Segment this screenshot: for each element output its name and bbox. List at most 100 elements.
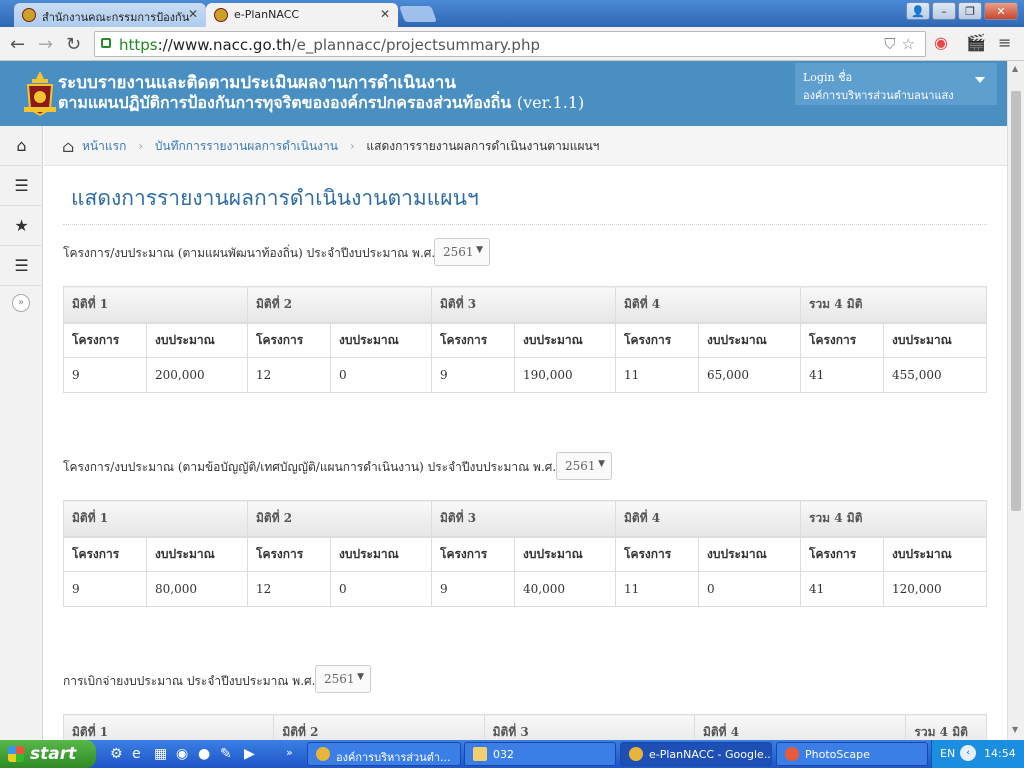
col-header: งบประมาณ (330, 321, 432, 358)
table-cell: 40,000 (514, 571, 616, 607)
clapper-extension-icon[interactable]: 🎬 (966, 33, 986, 52)
dim-header: มิติที่ 3 (431, 500, 616, 537)
firefox-icon[interactable]: ● (198, 746, 210, 762)
breadcrumb-report-link[interactable]: บันทึกการรายงานผลการดำเนินงาน (155, 139, 338, 153)
minimize-button[interactable]: – (932, 2, 956, 20)
year-select[interactable]: 2561 ▼ (315, 665, 371, 693)
chrome-icon (316, 747, 330, 761)
reload-icon[interactable]: ↻ (66, 34, 81, 55)
col-header: โครงการ (63, 321, 147, 358)
col-header: โครงการ (247, 321, 331, 358)
col-header: โครงการ (615, 535, 699, 572)
dim-header: มิติที่ 3 (483, 714, 695, 740)
col-header: งบประมาณ (883, 321, 987, 358)
col-header: โครงการ (431, 535, 515, 572)
close-tab-icon[interactable]: ✕ (380, 7, 390, 21)
tray-arrow-icon[interactable]: ‹ (960, 745, 976, 761)
col-header: โครงการ (800, 535, 884, 572)
dim-header: มิติที่ 1 (63, 500, 248, 537)
dim-header: มิติที่ 2 (273, 714, 485, 740)
back-icon[interactable]: ← (10, 34, 25, 55)
dim-header: มิติที่ 3 (431, 286, 616, 323)
table-cell: 120,000 (883, 571, 987, 607)
sidebar-item-favorites[interactable]: ★ (0, 206, 43, 246)
col-header: งบประมาณ (883, 535, 987, 572)
year-select[interactable]: 2561 ▼ (556, 452, 612, 480)
table-cell: 0 (330, 357, 432, 393)
table-row: 9 80,000 12 0 9 40,000 11 0 41 120,000 (63, 571, 987, 607)
windows-taskbar: start ⚙ e ▦ ◉ ● ✎ ▶ » องค์การบริหารส่วนต… (0, 740, 1024, 768)
app-icon[interactable]: ✎ (220, 746, 232, 762)
tab-nacc-office[interactable]: สำนักงานคณะกรรมการป้องกัน ✕ (14, 3, 206, 27)
col-header: งบประมาณ (146, 535, 248, 572)
address-bar[interactable]: https://www.nacc.go.th/e_plannacc/projec… (94, 31, 926, 57)
dim-header: มิติที่ 4 (693, 714, 907, 740)
start-button[interactable]: start (0, 740, 96, 768)
dropdown-arrow-icon: ▼ (476, 245, 483, 255)
dim-header: มิติที่ 1 (62, 714, 275, 740)
breadcrumb-separator: › (138, 139, 143, 153)
player-icon[interactable]: ▶ (244, 746, 255, 762)
bookmark-star-icon[interactable]: ⛉☆ (884, 35, 921, 53)
scroll-down-icon[interactable]: ▼ (1012, 725, 1018, 734)
extension-icon[interactable]: ◉ (934, 33, 948, 52)
scroll-up-icon[interactable]: ▲ (1012, 64, 1018, 73)
tab-label: e-PlanNACC (234, 8, 300, 21)
table-cell: 9 (431, 357, 515, 393)
taskbar-item-folder[interactable]: 032 (464, 742, 616, 766)
home-icon: ⌂ (62, 137, 75, 156)
page-scrollbar[interactable]: ▲ ▼ (1007, 61, 1024, 740)
page-title: แสดงการรายงานผลการดำเนินงานตามแผนฯ (71, 186, 479, 210)
dim-header: มิติที่ 2 (247, 500, 432, 537)
user-icon[interactable]: 👤 (906, 2, 930, 20)
chrome-icon (629, 747, 643, 761)
table-cell: 9 (63, 571, 147, 607)
chevron-down-icon (975, 77, 985, 83)
table-cell: 80,000 (146, 571, 248, 607)
login-dropdown[interactable]: Login ชื่อ องค์การบริหารส่วนตำบลนาแสง (795, 63, 997, 105)
dim-header: มิติที่ 2 (247, 286, 432, 323)
media-icon[interactable]: ▦ (154, 746, 167, 762)
table-cell: 11 (615, 357, 699, 393)
col-header: งบประมาณ (514, 321, 616, 358)
nacc-logo-icon (24, 71, 56, 117)
sidebar-collapse-icon[interactable]: » (12, 294, 30, 312)
sidebar-item-list2[interactable]: ☰ (0, 246, 43, 286)
forward-icon[interactable]: → (38, 34, 53, 55)
close-tab-icon[interactable]: ✕ (188, 7, 198, 21)
scrollbar-thumb[interactable] (1011, 91, 1021, 511)
col-header: งบประมาณ (698, 535, 801, 572)
col-header: โครงการ (615, 321, 699, 358)
tab-eplannacc[interactable]: e-PlanNACC ✕ (206, 3, 398, 27)
taskbar-item-chrome-eplan[interactable]: e-PlanNACC - Google... (620, 742, 772, 766)
close-window-button[interactable]: ✕ (984, 2, 1018, 20)
summary-table: มิติที่ 1 มิติที่ 2 มิติที่ 3 มิติที่ 4 … (63, 286, 987, 393)
taskbar-item-photoscape[interactable]: PhotoScape (776, 742, 928, 766)
table-cell: 9 (431, 571, 515, 607)
language-indicator[interactable]: EN (940, 747, 955, 760)
year-select[interactable]: 2561 ▼ (434, 238, 490, 266)
taskbar-item-chrome-org[interactable]: องค์การบริหารส่วนตำ... (307, 742, 461, 766)
dropdown-arrow-icon: ▼ (357, 672, 364, 682)
ie-icon[interactable]: e (132, 746, 141, 762)
expand-quicklaunch-icon[interactable]: » (286, 746, 293, 759)
new-tab-button[interactable] (399, 6, 437, 22)
chrome-icon[interactable]: ◉ (176, 746, 188, 762)
main-content: แสดงการรายงานผลการดำเนินงานตามแผนฯ โครงก… (44, 166, 1007, 740)
nacc-favicon-icon (214, 8, 228, 22)
col-header: โครงการ (431, 321, 515, 358)
quicklaunch-icon[interactable]: ⚙ (110, 746, 123, 762)
site-title-line2: ตามแผนปฏิบัติการป้องกันการทุจริตขององค์ก… (58, 93, 585, 112)
breadcrumb-home-link[interactable]: หน้าแรก (82, 139, 126, 153)
dropdown-arrow-icon: ▼ (598, 459, 605, 469)
restore-button[interactable]: ❐ (958, 2, 982, 20)
menu-icon[interactable]: ≡ (998, 33, 1011, 52)
folder-icon (473, 747, 487, 761)
dim-header: รวม 4 มิติ (800, 500, 987, 537)
sidebar-item-home[interactable]: ⌂ (0, 126, 43, 166)
sidebar-item-list[interactable]: ☰ (0, 166, 43, 206)
col-header: โครงการ (247, 535, 331, 572)
url-text: https://www.nacc.go.th/e_plannacc/projec… (119, 36, 540, 54)
table-cell: 0 (698, 571, 801, 607)
system-tray: EN ‹ 14:54 (931, 740, 1024, 768)
